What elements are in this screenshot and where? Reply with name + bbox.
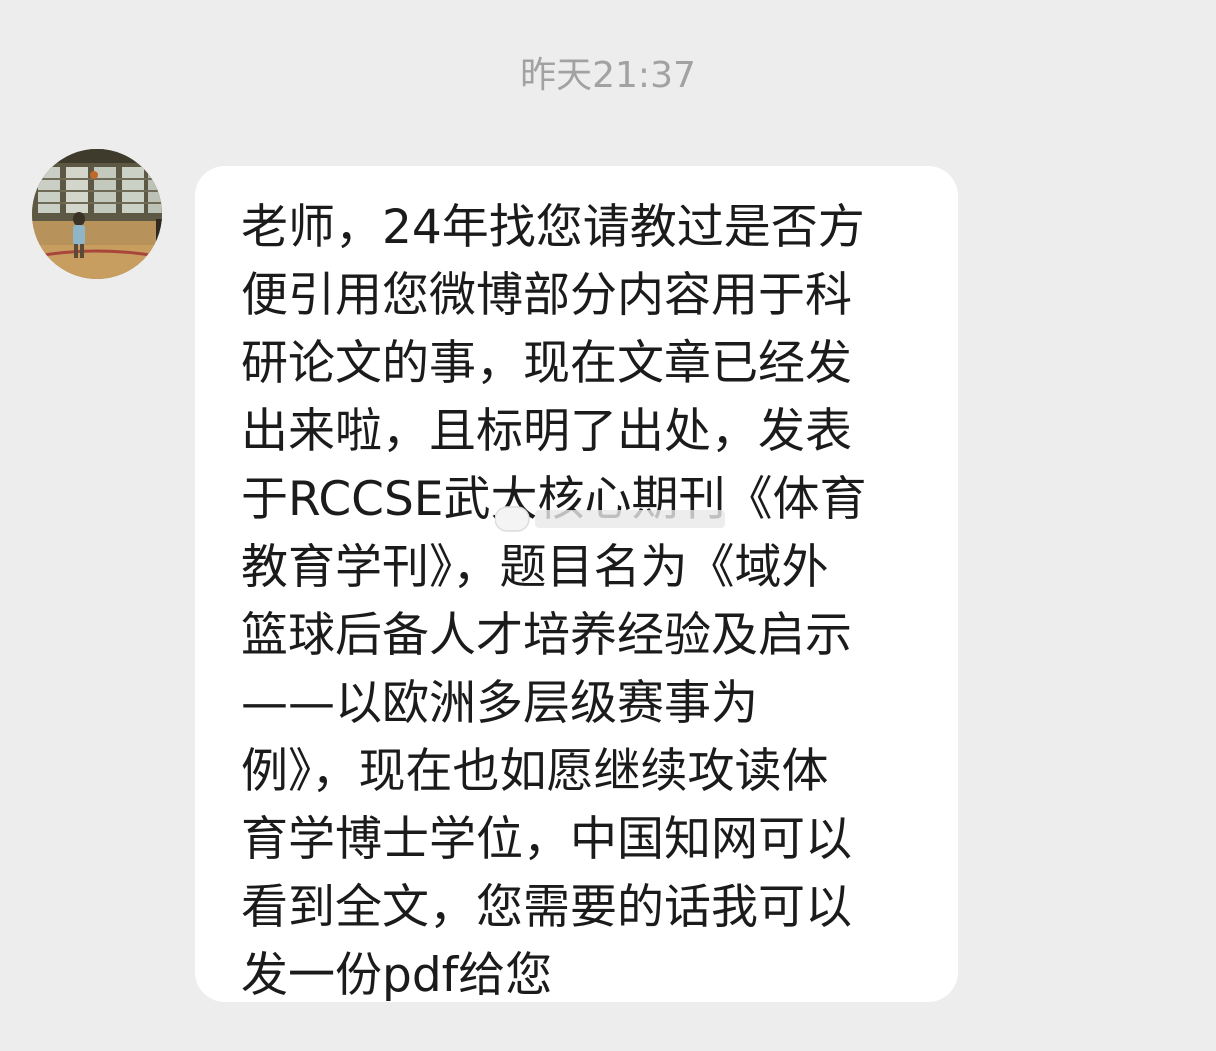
message-line: 教育学刊》，题目名为《域外	[241, 540, 829, 595]
message-line: 老师，24年找您请教过是否方	[241, 200, 865, 255]
message-line: 篮球后备人才培养经验及启示	[241, 608, 852, 663]
message-line: ——以欧洲多层级赛事为	[241, 676, 758, 731]
message-line: 看到全文，您需要的话我可以	[241, 880, 852, 935]
avatar-photo-icon	[32, 149, 162, 279]
message-line: 出来啦，且标明了出处，发表	[241, 404, 852, 459]
message-bubble[interactable]: 老师，24年找您请教过是否方 便引用您微博部分内容用于科 研论文的事，现在文章已…	[195, 166, 958, 1003]
message-line: 例》，现在也如愿继续攻读体	[241, 744, 829, 799]
message-timestamp: 昨天21:37	[520, 55, 696, 96]
message-line: 便引用您微博部分内容用于科	[241, 268, 852, 323]
message-line: 研论文的事，现在文章已经发	[241, 336, 852, 391]
message-line: 发一份pdf给您	[241, 948, 553, 1003]
message-text: 老师，24年找您请教过是否方 便引用您微博部分内容用于科 研论文的事，现在文章已…	[241, 194, 918, 1010]
sender-avatar[interactable]	[32, 149, 162, 279]
message-line: 育学博士学位，中国知网可以	[241, 812, 852, 867]
message-line: 于RCCSE武大核心期刊《体育	[241, 472, 867, 527]
